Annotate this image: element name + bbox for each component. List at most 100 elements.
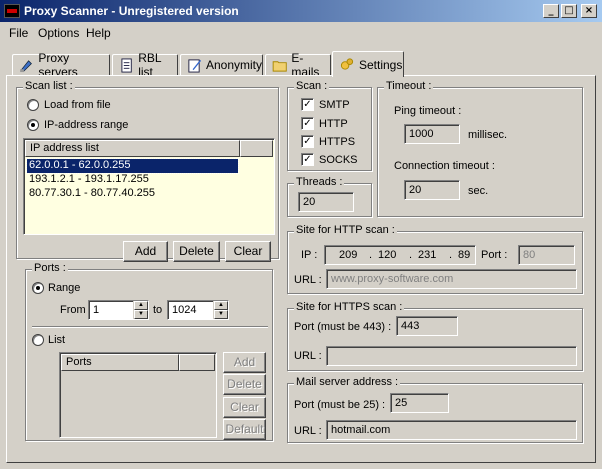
tab-label: Settings	[359, 57, 403, 72]
ping-timeout-label: Ping timeout :	[394, 105, 462, 117]
spin-up-icon[interactable]: ▲	[214, 301, 228, 310]
default-port-button[interactable]: Default	[223, 419, 266, 440]
http-label[interactable]: HTTP	[319, 118, 348, 130]
range-radio[interactable]	[32, 282, 44, 294]
proxy-servers-icon	[20, 59, 32, 72]
http-checkbox[interactable]: ✓	[301, 117, 314, 130]
scan-group: Scan : ✓ SMTP ✓ HTTP ✓ HTTPS ✓ SOCKS	[287, 80, 372, 171]
clear-port-button[interactable]: Clear	[223, 397, 266, 418]
http-port-label: Port :	[481, 249, 508, 261]
ip-address-input[interactable]: 209 . 120 . 231 . 89	[324, 245, 476, 265]
https-checkbox[interactable]: ✓	[301, 135, 314, 148]
delete-ip-button[interactable]: Delete	[173, 241, 220, 262]
https-url-label: URL :	[294, 350, 322, 362]
ip-octet-3[interactable]: 231	[418, 249, 436, 261]
timeout-label: Timeout :	[384, 80, 434, 92]
add-port-button[interactable]: Add	[223, 352, 266, 373]
ip-range-radio[interactable]	[27, 119, 39, 131]
maximize-button[interactable]: □	[561, 4, 577, 18]
delete-port-button[interactable]: Delete	[223, 374, 266, 395]
https-label[interactable]: HTTPS	[319, 136, 355, 148]
window-title: Proxy Scanner - Unregistered version	[24, 4, 239, 18]
ip-range-label[interactable]: IP-address range	[44, 119, 128, 131]
smtp-label[interactable]: SMTP	[319, 99, 350, 111]
tab-settings[interactable]: Settings	[332, 51, 404, 77]
menu-options[interactable]: Options	[38, 26, 79, 40]
menu-bar: File Options Help	[0, 22, 602, 42]
https-port-input[interactable]: 443	[396, 316, 458, 336]
from-label: From	[60, 304, 86, 316]
mail-server-group: Mail server address : Port (must be 25) …	[287, 376, 583, 443]
load-from-file-radio[interactable]	[27, 99, 39, 111]
timeout-group: Timeout : Ping timeout : 1000 millisec. …	[377, 80, 583, 217]
mail-port-input[interactable]: 25	[390, 393, 449, 413]
tab-proxy-servers[interactable]: Proxy servers	[12, 51, 110, 79]
threads-label: Threads :	[294, 176, 345, 188]
ip-address-list[interactable]: IP address list 62.0.0.1 - 62.0.0.255 19…	[23, 138, 275, 235]
ping-timeout-unit: millisec.	[468, 129, 508, 141]
range-label[interactable]: Range	[48, 282, 80, 294]
mail-port-label: Port (must be 25) :	[294, 399, 386, 411]
https-port-label: Port (must be 443) :	[294, 321, 392, 333]
spin-up-icon[interactable]: ▲	[134, 301, 148, 310]
list-item[interactable]: 62.0.0.1 - 62.0.0.255	[26, 158, 239, 174]
list-item[interactable]: 80.77.30.1 - 80.77.40.255	[27, 187, 157, 201]
ip-list-header[interactable]: IP address list	[25, 140, 240, 157]
ports-list-header-filler	[179, 354, 215, 371]
http-url-label: URL :	[294, 274, 322, 286]
minimize-button[interactable]: _	[543, 4, 559, 18]
mail-url-label: URL :	[294, 425, 322, 437]
clear-ip-button[interactable]: Clear	[225, 241, 271, 262]
ip-octet-4[interactable]: 89	[458, 249, 470, 261]
ip-dot: .	[449, 249, 453, 261]
ports-label: Ports :	[32, 262, 68, 274]
https-url-input[interactable]	[326, 346, 577, 366]
smtp-checkbox[interactable]: ✓	[301, 98, 314, 111]
list-label[interactable]: List	[48, 334, 65, 346]
ip-octet-1[interactable]: 209	[339, 249, 357, 261]
connection-timeout-input[interactable]: 20	[404, 180, 460, 200]
spin-down-icon[interactable]: ▼	[214, 310, 228, 319]
https-site-group: Site for HTTPS scan : Port (must be 443)…	[287, 301, 583, 371]
tab-e-mails[interactable]: E-mails	[265, 51, 331, 79]
load-from-file-label[interactable]: Load from file	[44, 99, 111, 111]
connection-timeout-unit: sec.	[468, 185, 489, 197]
ip-label: IP :	[301, 249, 318, 261]
anonymity-icon	[188, 58, 202, 73]
to-label: to	[153, 304, 163, 316]
ip-octet-2[interactable]: 120	[378, 249, 396, 261]
add-ip-button[interactable]: Add	[123, 241, 168, 262]
tab-anonymity[interactable]: Anonymity	[180, 54, 263, 76]
title-bar: Proxy Scanner - Unregistered version _ □…	[0, 0, 602, 22]
tab-label: Anonymity	[205, 58, 262, 72]
folder-icon	[272, 60, 287, 72]
menu-help[interactable]: Help	[86, 26, 111, 40]
ip-list-header-filler	[240, 140, 273, 157]
socks-label[interactable]: SOCKS	[319, 154, 358, 166]
socks-checkbox[interactable]: ✓	[301, 153, 314, 166]
from-port-spinner[interactable]: ▲ ▼	[133, 301, 148, 319]
http-site-group: Site for HTTP scan : IP : 209 . 120 . 23…	[287, 224, 583, 294]
http-url-input[interactable]: www.proxy-software.com	[326, 269, 577, 289]
list-radio[interactable]	[32, 334, 44, 346]
ports-group: Ports : Range From 1 ▲ ▼ to 1024 ▲ ▼ List …	[25, 262, 273, 441]
https-site-label: Site for HTTPS scan :	[294, 301, 405, 313]
ports-list[interactable]: Ports	[59, 352, 217, 438]
to-port-spinner[interactable]: ▲ ▼	[213, 301, 228, 319]
app-icon[interactable]	[4, 4, 20, 18]
scan-label: Scan :	[294, 80, 330, 92]
scan-list-group: Scan list : Load from file IP-address ra…	[16, 80, 279, 262]
threads-input[interactable]: 20	[298, 192, 354, 212]
ports-list-header[interactable]: Ports	[61, 354, 179, 371]
close-button[interactable]: ×	[581, 4, 597, 18]
spin-down-icon[interactable]: ▼	[134, 310, 148, 319]
mail-url-input[interactable]: hotmail.com	[326, 420, 577, 440]
http-port-input[interactable]: 80	[518, 245, 575, 265]
ip-dot: .	[409, 249, 413, 261]
list-item[interactable]: 193.1.2.1 - 193.1.17.255	[27, 173, 151, 187]
ports-separator	[32, 326, 268, 328]
mail-server-label: Mail server address :	[294, 376, 401, 388]
tab-rbl-list[interactable]: RBL list	[112, 51, 178, 79]
ping-timeout-input[interactable]: 1000	[404, 124, 460, 144]
menu-file[interactable]: File	[9, 26, 28, 40]
